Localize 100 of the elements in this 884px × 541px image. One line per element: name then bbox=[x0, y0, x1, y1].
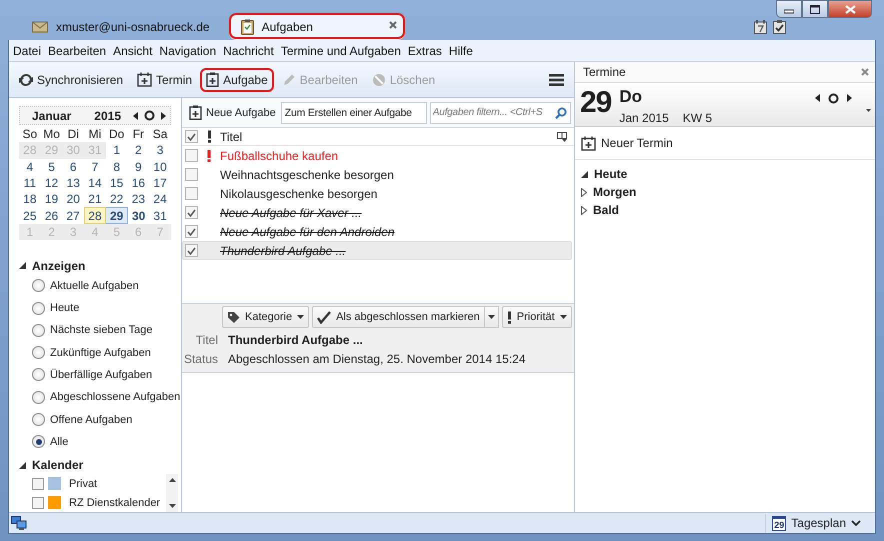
menu-item[interactable]: Nachricht bbox=[222, 44, 278, 58]
calendar-day[interactable]: 30 bbox=[128, 207, 150, 224]
toolbar-button[interactable]: Aufgabe bbox=[200, 68, 274, 92]
calendar-day[interactable]: 9 bbox=[128, 158, 150, 175]
action-button[interactable]: Priorität bbox=[502, 306, 572, 328]
action-button[interactable]: Als abgeschlossen markieren bbox=[312, 306, 485, 328]
next-icon[interactable] bbox=[847, 94, 852, 102]
scroll-down-icon[interactable] bbox=[168, 504, 176, 508]
task-row[interactable]: Nikolausgeschenke besorgen bbox=[182, 184, 572, 203]
menu-item[interactable]: Bearbeiten bbox=[47, 44, 110, 58]
menu-item[interactable]: Ansicht bbox=[112, 44, 156, 58]
calendar-day[interactable]: 19 bbox=[40, 191, 62, 208]
radio-button[interactable] bbox=[32, 413, 45, 426]
agenda-section[interactable]: Morgen bbox=[593, 185, 636, 199]
calendar-day[interactable]: 6 bbox=[62, 158, 84, 175]
chevron-down-icon[interactable] bbox=[851, 520, 861, 526]
menu-icon[interactable] bbox=[549, 74, 564, 86]
checkbox[interactable] bbox=[185, 168, 198, 181]
menu-item[interactable]: Datei bbox=[12, 44, 46, 58]
calendar-day[interactable]: 11 bbox=[19, 174, 41, 192]
calendar-name[interactable]: RZ Dienstkalender bbox=[69, 496, 160, 508]
radio-label[interactable]: Offene Aufgaben bbox=[50, 414, 132, 426]
maximize-button[interactable] bbox=[802, 0, 828, 18]
radio-button[interactable] bbox=[32, 435, 45, 448]
calendar-name[interactable]: Privat bbox=[69, 478, 98, 490]
scroll-up-icon[interactable] bbox=[168, 478, 176, 482]
calendar-icon[interactable] bbox=[754, 20, 767, 34]
scrollbar[interactable] bbox=[166, 474, 178, 512]
menu-item[interactable]: Extras bbox=[406, 44, 446, 58]
radio-button[interactable] bbox=[32, 324, 45, 337]
toolbar-button[interactable]: Synchronisieren bbox=[13, 68, 130, 92]
radio-label[interactable]: Alle bbox=[50, 436, 68, 448]
calendar-day[interactable]: 21 bbox=[84, 191, 106, 208]
radio-button[interactable] bbox=[32, 279, 45, 292]
collapse-triangle-icon[interactable] bbox=[19, 262, 26, 270]
task-list-icon[interactable] bbox=[773, 20, 786, 34]
radio-label[interactable]: Aktuelle Aufgaben bbox=[50, 280, 139, 292]
calendar-day[interactable]: 27 bbox=[62, 207, 84, 224]
calendar-day[interactable]: 18 bbox=[19, 191, 41, 208]
checkbox[interactable] bbox=[32, 478, 44, 490]
calendar-day[interactable]: 25 bbox=[19, 207, 41, 224]
close-button[interactable] bbox=[828, 0, 872, 18]
radio-label[interactable]: Nächste sieben Tage bbox=[50, 324, 153, 336]
calendar-day[interactable]: 20 bbox=[62, 191, 84, 208]
checkbox[interactable] bbox=[185, 149, 198, 162]
calendar-day[interactable]: 24 bbox=[149, 191, 171, 208]
today-icon[interactable] bbox=[828, 92, 839, 104]
calendar-day[interactable]: 2 bbox=[128, 142, 150, 159]
task-row[interactable]: Neue Aufgabe für den Androiden bbox=[182, 222, 572, 241]
toolbar-button[interactable]: Termin bbox=[131, 68, 198, 92]
calendar-day[interactable]: 14 bbox=[84, 174, 106, 192]
network-icon[interactable] bbox=[11, 516, 27, 530]
new-event-button[interactable]: Neuer Termin bbox=[575, 131, 679, 155]
radio-label[interactable]: Heute bbox=[50, 302, 80, 314]
calendar-day[interactable]: 3 bbox=[149, 142, 171, 159]
calendar-day[interactable]: 15 bbox=[106, 174, 128, 192]
radio-button[interactable] bbox=[32, 390, 45, 404]
collapse-triangle-icon[interactable] bbox=[581, 170, 588, 178]
calendar-day[interactable]: 10 bbox=[149, 158, 171, 175]
column-header[interactable]: Titel bbox=[220, 130, 242, 144]
task-row[interactable]: Fußballschuhe kaufen bbox=[182, 146, 572, 165]
previous-icon[interactable] bbox=[815, 94, 820, 102]
expand-triangle-icon[interactable] bbox=[581, 206, 587, 214]
calendar-day[interactable]: 16 bbox=[128, 174, 150, 192]
task-row[interactable]: Neue Aufgabe für Xaver ... bbox=[182, 203, 572, 222]
radio-button[interactable] bbox=[32, 302, 45, 315]
calendar-day[interactable]: 26 bbox=[40, 207, 62, 224]
calendar-day[interactable]: 28 bbox=[84, 207, 106, 224]
dropdown-icon[interactable] bbox=[866, 109, 871, 112]
agenda-section[interactable]: Heute bbox=[594, 167, 628, 181]
calendar-day[interactable]: 29 bbox=[106, 207, 128, 224]
calendar-day[interactable]: 31 bbox=[149, 207, 171, 224]
tab[interactable]: xmuster@uni-osnabrueck.de bbox=[20, 14, 222, 40]
radio-button[interactable] bbox=[32, 346, 45, 360]
menu-item[interactable]: Hilfe bbox=[448, 44, 477, 58]
agenda-section[interactable]: Bald bbox=[593, 203, 620, 217]
calendar-day[interactable]: 7 bbox=[84, 158, 106, 175]
close-icon[interactable] bbox=[861, 68, 869, 76]
checkbox[interactable] bbox=[185, 244, 198, 257]
previous-icon[interactable] bbox=[133, 112, 138, 120]
new-task-button[interactable]: Neue Aufgabe bbox=[187, 103, 278, 122]
calendar-day[interactable]: 22 bbox=[106, 191, 128, 208]
quick-add-field[interactable]: Zum Erstellen einer Aufgabe bbox=[280, 102, 427, 124]
radio-label[interactable]: Zukünftige Aufgaben bbox=[50, 346, 151, 359]
action-button[interactable]: Kategorie bbox=[222, 306, 310, 328]
minimize-button[interactable] bbox=[776, 0, 802, 18]
dropdown-button[interactable] bbox=[484, 306, 499, 328]
completed-column-icon[interactable] bbox=[185, 130, 198, 143]
radio-label[interactable]: Überfällige Aufgaben bbox=[50, 368, 152, 381]
next-icon[interactable] bbox=[161, 112, 166, 120]
checkbox[interactable] bbox=[32, 496, 44, 508]
calendar-day[interactable]: 17 bbox=[149, 174, 171, 192]
calendar-day[interactable]: 12 bbox=[40, 174, 62, 192]
view-selector[interactable]: Tagesplan bbox=[791, 516, 846, 530]
collapse-triangle-icon[interactable] bbox=[19, 462, 26, 468]
column-picker-icon[interactable] bbox=[557, 132, 568, 142]
calendar-day[interactable]: 4 bbox=[19, 158, 41, 175]
tab[interactable]: Aufgaben bbox=[228, 12, 406, 40]
calendar-day[interactable]: 1 bbox=[106, 142, 128, 159]
close-icon[interactable] bbox=[388, 21, 397, 29]
